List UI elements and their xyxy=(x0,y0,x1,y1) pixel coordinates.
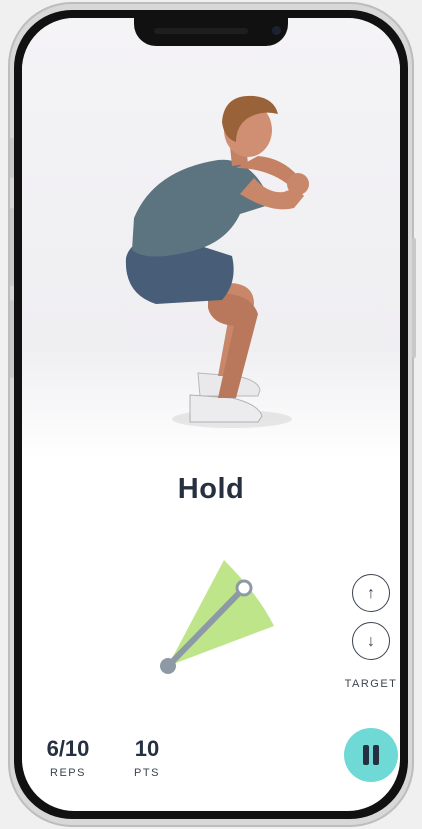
pause-button[interactable] xyxy=(344,728,398,782)
target-increase-button[interactable]: ↑ xyxy=(352,574,390,612)
points-value: 10 xyxy=(134,736,160,761)
power-button xyxy=(412,238,416,358)
app-screen: Hold ↑ ↓ TARGET 6/10 REPS 10 PTS xyxy=(22,18,400,811)
squatting-person-illustration xyxy=(125,95,309,423)
angle-handle xyxy=(235,579,253,597)
notch xyxy=(134,18,288,46)
exercise-photo xyxy=(22,18,400,458)
pause-icon-bar-left xyxy=(363,745,369,765)
target-decrease-button[interactable]: ↓ xyxy=(352,622,390,660)
front-camera xyxy=(272,26,281,35)
target-label: TARGET xyxy=(344,678,398,690)
reps-value: 6/10 xyxy=(46,736,90,761)
arrow-up-icon: ↑ xyxy=(367,585,375,602)
points-label: PTS xyxy=(134,767,160,779)
angle-pivot xyxy=(160,658,176,674)
reps-label: REPS xyxy=(50,767,86,779)
exercise-status-title: Hold xyxy=(177,473,245,505)
arrow-down-icon: ↓ xyxy=(367,633,375,650)
points-stat: 10 PTS xyxy=(122,736,172,779)
speaker-grille xyxy=(154,28,248,34)
angle-gauge xyxy=(160,560,274,674)
reps-stat: 6/10 REPS xyxy=(32,736,104,779)
pause-icon-bar-right xyxy=(373,745,379,765)
